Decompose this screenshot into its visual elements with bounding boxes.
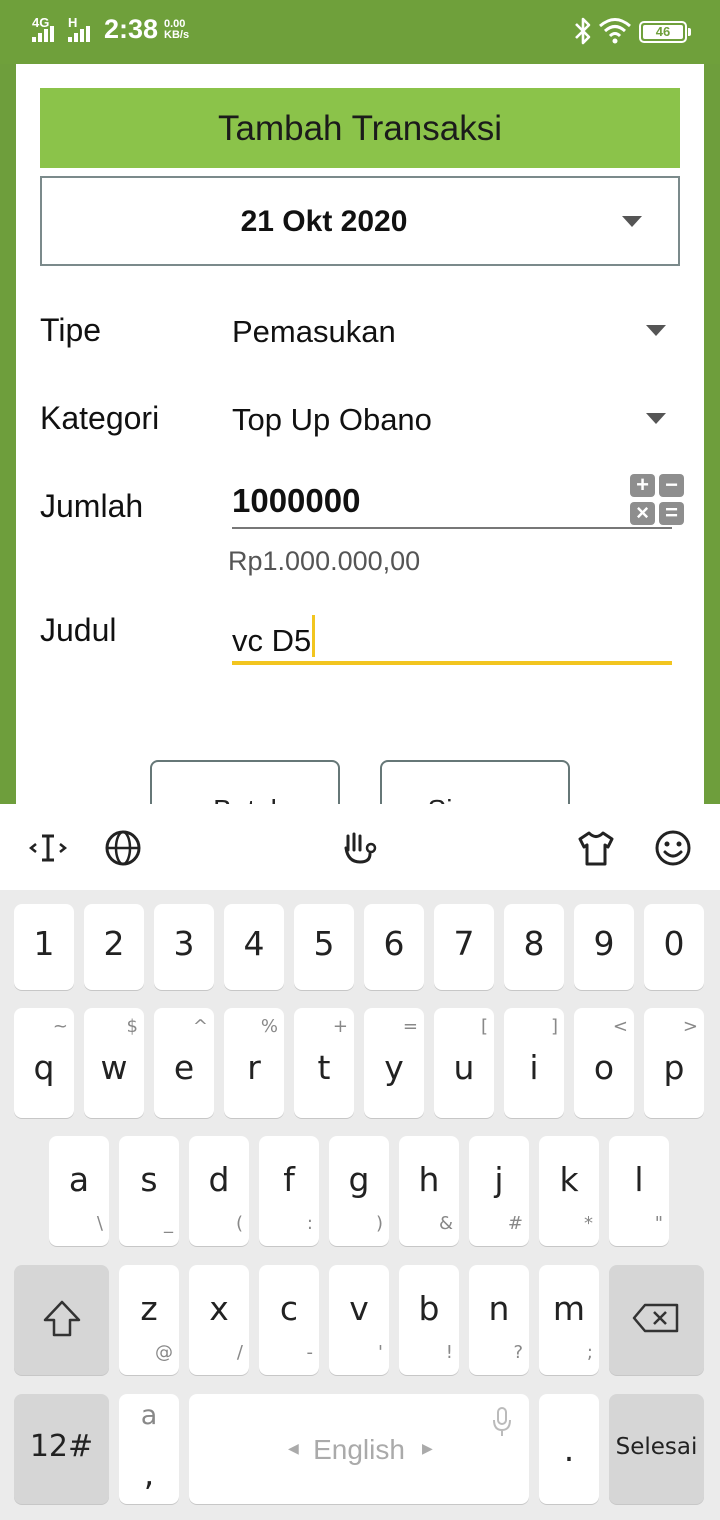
period-key[interactable]: . bbox=[539, 1394, 599, 1504]
type-dropdown-icon[interactable] bbox=[646, 325, 666, 336]
type-label: Tipe bbox=[40, 312, 102, 348]
key-b[interactable]: b! bbox=[399, 1265, 459, 1375]
key-p[interactable]: > p bbox=[644, 1008, 704, 1118]
key-g[interactable]: g) bbox=[329, 1136, 389, 1246]
comma-key-alt: a bbox=[140, 1400, 158, 1431]
key-u[interactable]: [u bbox=[434, 1008, 494, 1118]
date-value: 21 Okt 2020 bbox=[240, 205, 408, 238]
key-t[interactable]: + t bbox=[294, 1008, 354, 1118]
amount-underline bbox=[232, 527, 672, 529]
space-key-label: English bbox=[313, 1434, 405, 1465]
category-label: Kategori bbox=[40, 400, 160, 436]
key-x[interactable]: x / bbox=[189, 1265, 249, 1375]
key-e[interactable]: ^ e bbox=[154, 1008, 214, 1118]
symbols-key[interactable]: 12# bbox=[14, 1394, 109, 1504]
key-3[interactable]: 3 bbox=[154, 904, 214, 990]
backspace-key[interactable] bbox=[609, 1265, 704, 1375]
category-dropdown-icon[interactable] bbox=[646, 413, 666, 424]
title-input-value: vc D5 bbox=[232, 623, 312, 658]
keyboard: 1 2 3 4 5 6 7 8 9 0 ~ q $ w ^ e % r + t = y [u… bbox=[0, 804, 720, 1520]
key-0[interactable]: 0 bbox=[644, 904, 704, 990]
key-w[interactable]: $ w bbox=[84, 1008, 144, 1118]
globe-icon[interactable] bbox=[103, 828, 143, 868]
title-label: Judul bbox=[40, 612, 117, 648]
key-q[interactable]: ~ q bbox=[14, 1008, 74, 1118]
calc-plus-symbol: + bbox=[630, 474, 655, 497]
key-a[interactable]: a \ bbox=[49, 1136, 109, 1246]
key-s[interactable]: s _ bbox=[119, 1136, 179, 1246]
key-5[interactable]: 5 bbox=[294, 904, 354, 990]
amount-formatted: Rp1.000.000,00 bbox=[228, 546, 421, 576]
key-k[interactable]: k * bbox=[539, 1136, 599, 1246]
key-y[interactable]: = y bbox=[364, 1008, 424, 1118]
key-z[interactable]: z @ bbox=[119, 1265, 179, 1375]
category-select[interactable]: Top Up Obano bbox=[232, 402, 432, 438]
key-j[interactable]: j # bbox=[469, 1136, 529, 1246]
chevron-down-icon bbox=[622, 216, 642, 227]
network-speed: 0.00 KB/s bbox=[164, 19, 189, 41]
type-select[interactable]: Pemasukan bbox=[232, 314, 396, 350]
network-speed-unit: KB/s bbox=[164, 29, 190, 41]
theme-shirt-icon[interactable] bbox=[576, 828, 616, 868]
calc-minus-symbol: − bbox=[659, 474, 684, 497]
status-bar: 4G H 2:38 0.00 KB/s 46 bbox=[0, 0, 720, 64]
add-transaction-dialog: Tambah Transaksi 21 Okt 2020 Tipe Pemasu… bbox=[16, 64, 704, 840]
backspace-icon bbox=[632, 1303, 679, 1333]
title-input[interactable]: vc D5 bbox=[232, 615, 316, 659]
amount-input[interactable]: 1000000 bbox=[232, 482, 360, 520]
shift-icon bbox=[43, 1300, 81, 1337]
wifi-icon bbox=[599, 18, 631, 44]
emoji-icon[interactable] bbox=[653, 828, 693, 868]
key-7[interactable]: 7 bbox=[434, 904, 494, 990]
key-6[interactable]: 6 bbox=[364, 904, 424, 990]
calc-equals-symbol: = bbox=[659, 502, 684, 525]
key-9[interactable]: 9 bbox=[574, 904, 634, 990]
comma-key-label: , bbox=[143, 1454, 155, 1493]
key-n[interactable]: n? bbox=[469, 1265, 529, 1375]
bluetooth-icon bbox=[575, 17, 591, 45]
key-4[interactable]: 4 bbox=[224, 904, 284, 990]
key-d[interactable]: d( bbox=[189, 1136, 249, 1246]
title-underline bbox=[232, 661, 672, 665]
battery-icon: 46 bbox=[639, 21, 687, 43]
calc-times-symbol: × bbox=[630, 502, 655, 525]
battery-tip bbox=[688, 28, 691, 36]
arrow-right-icon: ▶ bbox=[422, 1440, 433, 1456]
key-8[interactable]: 8 bbox=[504, 904, 564, 990]
space-key[interactable]: ◀ English ▶ bbox=[189, 1394, 529, 1504]
key-m[interactable]: m; bbox=[539, 1265, 599, 1375]
key-l[interactable]: l " bbox=[609, 1136, 669, 1246]
signal-strength-icon bbox=[32, 26, 56, 42]
battery-level: 46 bbox=[643, 25, 683, 39]
key-c[interactable]: c- bbox=[259, 1265, 319, 1375]
calculator-icon[interactable]: + − × = bbox=[630, 474, 686, 526]
key-r[interactable]: % r bbox=[224, 1008, 284, 1118]
key-2[interactable]: 2 bbox=[84, 904, 144, 990]
key-1[interactable]: 1 bbox=[14, 904, 74, 990]
dialog-title: Tambah Transaksi bbox=[40, 88, 680, 168]
key-o[interactable]: < o bbox=[574, 1008, 634, 1118]
shift-key[interactable] bbox=[14, 1265, 109, 1375]
status-time: 2:38 bbox=[104, 14, 159, 44]
comma-key[interactable]: a , bbox=[119, 1394, 179, 1504]
text-cursor-icon[interactable] bbox=[28, 828, 68, 868]
keyboard-toolbar bbox=[0, 804, 720, 890]
amount-label: Jumlah bbox=[40, 488, 144, 524]
key-v[interactable]: v ' bbox=[329, 1265, 389, 1375]
key-f[interactable]: f: bbox=[259, 1136, 319, 1246]
microphone-icon bbox=[493, 1407, 511, 1436]
date-picker[interactable]: 21 Okt 2020 bbox=[40, 176, 680, 266]
key-i[interactable]: ] i bbox=[504, 1008, 564, 1118]
key-h[interactable]: h & bbox=[399, 1136, 459, 1246]
signal-strength-icon-2 bbox=[68, 26, 92, 42]
done-key[interactable]: Selesai bbox=[609, 1394, 704, 1504]
gesture-icon[interactable] bbox=[340, 828, 380, 868]
text-cursor bbox=[312, 615, 316, 657]
